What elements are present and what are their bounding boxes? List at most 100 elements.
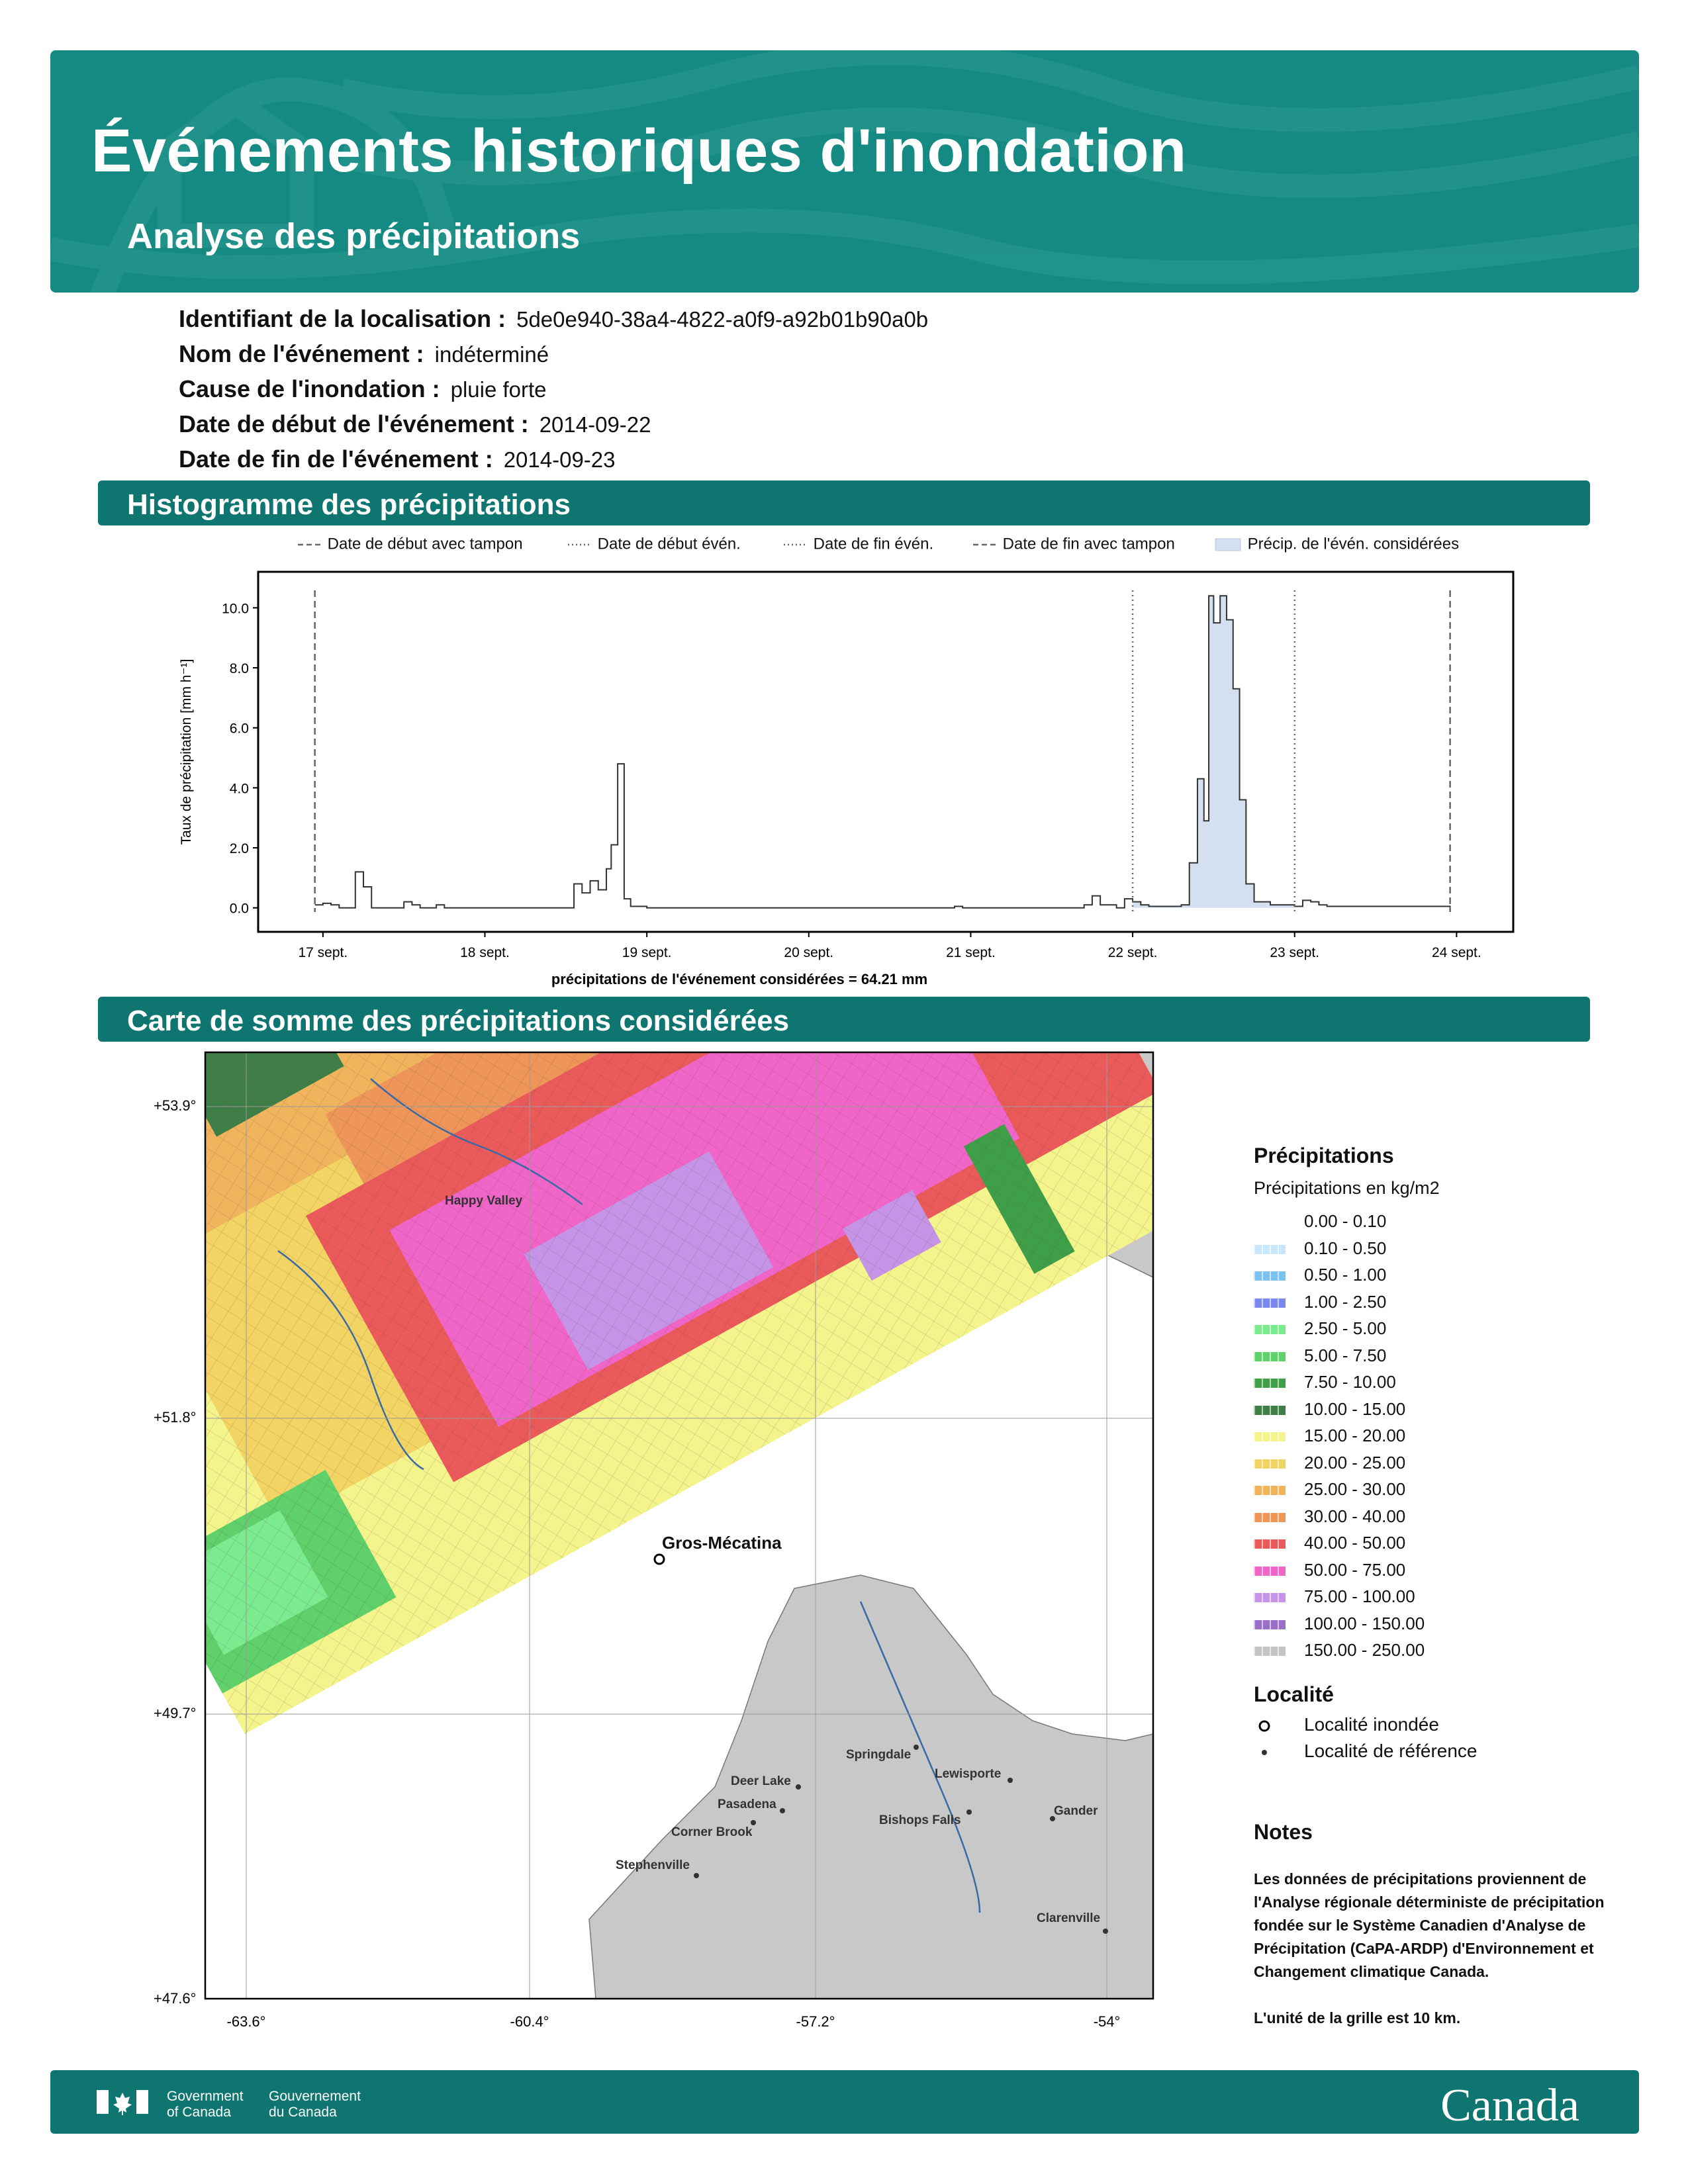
locality-legend-title: Localité <box>1254 1682 1334 1706</box>
gov-fr-line: du Canada <box>269 2105 337 2120</box>
notes-text: Les données de précipitations proviennen… <box>1254 1870 1605 1980</box>
legend-bin: 20.00 - 25.00 <box>1254 1453 1519 1479</box>
legend-swatch <box>1254 1512 1286 1522</box>
legend-bin: 7.50 - 10.00 <box>1254 1372 1519 1398</box>
legend-subtitle: Précipitations en kg/m2 <box>1254 1178 1440 1198</box>
place-label-gros-mecatina: Gros-Mécatina <box>662 1533 782 1553</box>
legend-swatch <box>1254 1271 1286 1281</box>
legend-swatch <box>1254 1619 1286 1629</box>
canada-wordmark: Canada <box>1440 2080 1579 2131</box>
legend-swatch <box>1254 1351 1286 1361</box>
legend-bin: 0.50 - 1.00 <box>1254 1265 1519 1291</box>
legend-bin-label: 25.00 - 30.00 <box>1304 1479 1406 1499</box>
legend-title: Précipitations <box>1254 1144 1394 1167</box>
lat-label: +47.6° <box>154 1990 196 2007</box>
legend-swatch <box>1254 1298 1286 1308</box>
legend-bin: 100.00 - 150.00 <box>1254 1614 1519 1640</box>
legend-bin: 5.00 - 7.50 <box>1254 1345 1519 1372</box>
legend-bin: 40.00 - 50.00 <box>1254 1533 1519 1559</box>
reference-locality-marker <box>1008 1778 1013 1783</box>
legend-bin: 75.00 - 100.00 <box>1254 1586 1519 1613</box>
legend-bin-label: 50.00 - 75.00 <box>1304 1559 1406 1580</box>
place-label-corner-brook: Corner Brook <box>671 1825 753 1839</box>
notes-grid-unit: L'unité de la grille est 10 km. <box>1254 2009 1461 2026</box>
legend-swatch <box>1254 1218 1286 1227</box>
reference-locality-marker <box>914 1745 919 1750</box>
legend-bin: 0.00 - 0.10 <box>1254 1211 1519 1238</box>
legend-swatch <box>1254 1459 1286 1469</box>
legend-swatch <box>1254 1647 1286 1656</box>
legend-bin: 15.00 - 20.00 <box>1254 1426 1519 1452</box>
legend-bin-label: 20.00 - 25.00 <box>1304 1452 1406 1473</box>
notes-title: Notes <box>1254 1820 1313 1844</box>
legend-bin-label: 75.00 - 100.00 <box>1304 1586 1415 1606</box>
place-label-stephenville: Stephenville <box>616 1858 690 1872</box>
legend-swatch <box>1254 1432 1286 1441</box>
legend-bin-label: 0.50 - 1.00 <box>1304 1265 1387 1285</box>
legend-bin-label: 30.00 - 40.00 <box>1304 1506 1406 1526</box>
place-label-happy-valley: Happy Valley <box>445 1194 523 1208</box>
legend-bin: 150.00 - 250.00 <box>1254 1640 1519 1666</box>
place-label-springdale: Springdale <box>846 1748 911 1762</box>
footer-bar: Government of Canada Gouvernement du Can… <box>50 2070 1639 2134</box>
reference-locality-marker <box>694 1873 699 1878</box>
legend-bin: 30.00 - 40.00 <box>1254 1506 1519 1533</box>
legend-label: Localité inondée <box>1304 1714 1439 1735</box>
legend-bin-label: 0.00 - 0.10 <box>1304 1211 1387 1231</box>
legend-swatch <box>1254 1566 1286 1576</box>
lon-label: -63.6° <box>227 2013 266 2030</box>
place-label-pasadena: Pasadena <box>718 1797 776 1811</box>
legend-bin-label: 0.10 - 0.50 <box>1304 1238 1387 1258</box>
flooded-marker-icon <box>1258 1720 1270 1732</box>
reference-locality-marker <box>796 1784 801 1790</box>
legend-bin-label: 150.00 - 250.00 <box>1304 1640 1425 1660</box>
reference-locality-marker <box>780 1808 785 1813</box>
legend-bin: 50.00 - 75.00 <box>1254 1560 1519 1586</box>
reference-locality-marker <box>751 1820 756 1825</box>
lon-label: -57.2° <box>796 2013 835 2030</box>
lon-label: -54° <box>1094 2013 1121 2030</box>
lat-label: +53.9° <box>154 1097 196 1114</box>
legend-bin: 10.00 - 15.00 <box>1254 1399 1519 1426</box>
gov-fr: Gouvernement du Canada <box>269 2089 361 2120</box>
canada-flag-icon <box>97 2090 148 2115</box>
legend-swatch <box>1254 1486 1286 1495</box>
reference-locality-marker <box>1103 1929 1108 1934</box>
lat-label: +49.7° <box>154 1705 196 1721</box>
legend-label: Localité de référence <box>1304 1741 1477 1761</box>
legend-bin: 25.00 - 30.00 <box>1254 1479 1519 1506</box>
legend-bin: 1.00 - 2.50 <box>1254 1292 1519 1318</box>
legend-bin-label: 100.00 - 150.00 <box>1304 1613 1425 1633</box>
legend-bin-label: 1.00 - 2.50 <box>1304 1291 1387 1312</box>
gov-en: Government of Canada <box>167 2089 244 2120</box>
gov-en-line: Government <box>167 2089 244 2104</box>
place-label-lewisporte: Lewisporte <box>935 1767 1001 1781</box>
notes-body: Les données de précipitations proviennen… <box>1254 1868 1611 2030</box>
legend-bin: 2.50 - 5.00 <box>1254 1318 1519 1345</box>
legend-swatch <box>1254 1405 1286 1415</box>
legend-bin-label: 2.50 - 5.00 <box>1304 1318 1387 1338</box>
place-label-deer-lake: Deer Lake <box>731 1774 791 1788</box>
flooded-locality-marker <box>653 1553 665 1565</box>
reference-marker-icon <box>1262 1750 1267 1755</box>
legend-swatch <box>1254 1379 1286 1388</box>
legend-swatch <box>1254 1244 1286 1254</box>
legend-swatch <box>1254 1539 1286 1549</box>
lon-label: -60.4° <box>510 2013 549 2030</box>
lat-label: +51.8° <box>154 1409 196 1426</box>
gov-en-line: of Canada <box>167 2105 231 2120</box>
legend-flooded-locality: Localité inondée <box>1254 1714 1519 1741</box>
legend-bin-label: 40.00 - 50.00 <box>1304 1533 1406 1553</box>
gov-fr-line: Gouvernement <box>269 2089 361 2104</box>
legend-swatch <box>1254 1325 1286 1334</box>
legend-bin: 0.10 - 0.50 <box>1254 1238 1519 1265</box>
legend-bin-label: 5.00 - 7.50 <box>1304 1345 1387 1365</box>
legend-reference-locality: Localité de référence <box>1254 1741 1519 1767</box>
legend-swatch <box>1254 1593 1286 1602</box>
place-label-gander: Gander <box>1054 1804 1098 1818</box>
reference-locality-marker <box>966 1809 972 1815</box>
place-label-clarenville: Clarenville <box>1037 1911 1100 1925</box>
legend-bin-label: 15.00 - 20.00 <box>1304 1426 1406 1445</box>
legend-bin-label: 10.00 - 15.00 <box>1304 1398 1406 1419</box>
place-label-bishops-falls: Bishops Falls <box>879 1813 961 1827</box>
